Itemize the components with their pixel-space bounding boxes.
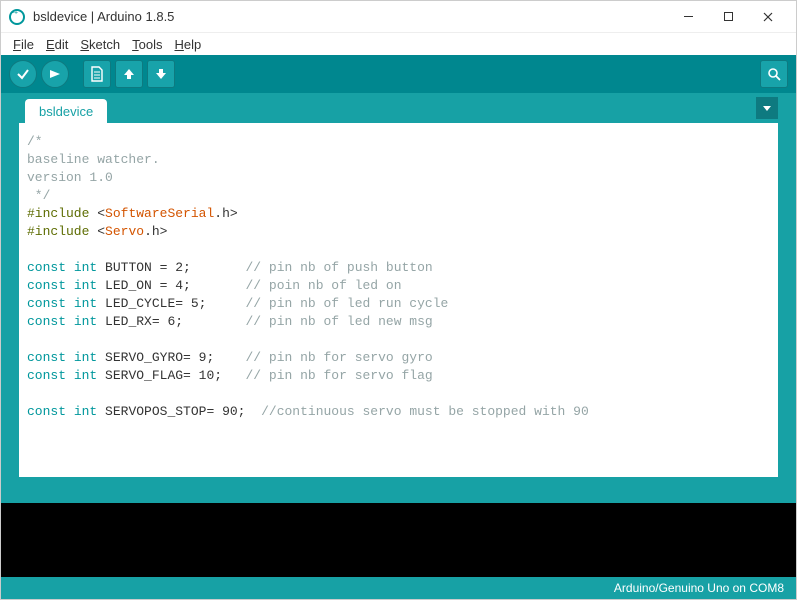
sketch-tab[interactable]: bsldevice xyxy=(25,99,107,124)
code-text: < xyxy=(97,206,105,221)
file-icon xyxy=(90,66,104,82)
console-output[interactable] xyxy=(1,503,796,577)
status-area xyxy=(1,483,796,503)
titlebar: bsldevice | Arduino 1.8.5 xyxy=(1,1,796,33)
app-window: bsldevice | Arduino 1.8.5 File Edit Sket… xyxy=(0,0,797,600)
menubar: File Edit Sketch Tools Help xyxy=(1,33,796,55)
code-text: Servo xyxy=(105,224,144,239)
menu-edit[interactable]: Edit xyxy=(42,35,72,54)
footer: Arduino/Genuino Uno on COM8 xyxy=(1,577,796,599)
code-text: SERVOPOS_STOP= 90; xyxy=(105,404,245,419)
code-text: #include xyxy=(27,224,89,239)
code-text: < xyxy=(97,224,105,239)
arrow-right-icon xyxy=(47,66,63,82)
code-text: LED_ON = 4; xyxy=(105,278,191,293)
code-text: // pin nb of led new msg xyxy=(245,314,432,329)
menu-label: ools xyxy=(139,37,163,52)
menu-file[interactable]: File xyxy=(9,35,38,54)
magnifier-icon xyxy=(766,66,782,82)
save-button[interactable] xyxy=(147,60,175,88)
menu-label: dit xyxy=(55,37,69,52)
board-port-label: Arduino/Genuino Uno on COM8 xyxy=(614,581,784,595)
minimize-button[interactable] xyxy=(668,3,708,31)
code-text: */ xyxy=(27,188,50,203)
code-text: .h> xyxy=(144,224,167,239)
app-icon xyxy=(9,9,25,25)
tab-strip: bsldevice xyxy=(1,93,796,123)
code-text: int xyxy=(74,350,97,365)
code-text: LED_CYCLE= 5; xyxy=(105,296,206,311)
code-text: int xyxy=(74,278,97,293)
menu-label: elp xyxy=(184,37,201,52)
code-text: SERVO_GYRO= 9; xyxy=(105,350,214,365)
code-text: const xyxy=(27,350,66,365)
code-text: // pin nb of led run cycle xyxy=(245,296,448,311)
menu-help[interactable]: Help xyxy=(170,35,205,54)
code-text: int xyxy=(74,314,97,329)
code-text: int xyxy=(74,260,97,275)
code-text: // pin nb for servo gyro xyxy=(245,350,432,365)
verify-button[interactable] xyxy=(9,60,37,88)
code-text: int xyxy=(74,296,97,311)
code-text: SERVO_FLAG= 10; xyxy=(105,368,222,383)
window-title: bsldevice | Arduino 1.8.5 xyxy=(33,9,174,24)
code-text: #include xyxy=(27,206,89,221)
new-button[interactable] xyxy=(83,60,111,88)
open-button[interactable] xyxy=(115,60,143,88)
code-text: BUTTON = 2; xyxy=(105,260,191,275)
menu-sketch[interactable]: Sketch xyxy=(76,35,124,54)
code-text: const xyxy=(27,368,66,383)
close-button[interactable] xyxy=(748,3,788,31)
code-text: //continuous servo must be stopped with … xyxy=(261,404,589,419)
code-text: const xyxy=(27,404,66,419)
code-text: LED_RX= 6; xyxy=(105,314,183,329)
menu-label: ile xyxy=(21,37,34,52)
tab-menu-button[interactable] xyxy=(756,97,778,119)
code-text: const xyxy=(27,296,66,311)
toolbar xyxy=(1,55,796,93)
code-text: const xyxy=(27,314,66,329)
code-text: // pin nb for servo flag xyxy=(245,368,432,383)
arrow-up-icon xyxy=(122,66,136,82)
code-text: // pin nb of push button xyxy=(245,260,432,275)
code-text: SoftwareSerial xyxy=(105,206,214,221)
editor-wrap: /* baseline watcher. version 1.0 */ #inc… xyxy=(1,123,796,483)
tab-label: bsldevice xyxy=(39,104,93,119)
arrow-down-icon xyxy=(154,66,168,82)
upload-button[interactable] xyxy=(41,60,69,88)
serial-monitor-button[interactable] xyxy=(760,60,788,88)
menu-label: ketch xyxy=(89,37,120,52)
maximize-button[interactable] xyxy=(708,3,748,31)
code-text: const xyxy=(27,260,66,275)
code-editor[interactable]: /* baseline watcher. version 1.0 */ #inc… xyxy=(19,123,778,477)
code-text: version 1.0 xyxy=(27,170,113,185)
code-text: // poin nb of led on xyxy=(245,278,401,293)
code-text: int xyxy=(74,368,97,383)
code-text: int xyxy=(74,404,97,419)
code-text: .h> xyxy=(214,206,237,221)
code-text: baseline watcher. xyxy=(27,152,160,167)
triangle-down-icon xyxy=(762,103,772,113)
code-text: const xyxy=(27,278,66,293)
check-icon xyxy=(15,66,31,82)
menu-tools[interactable]: Tools xyxy=(128,35,166,54)
code-text: /* xyxy=(27,134,43,149)
